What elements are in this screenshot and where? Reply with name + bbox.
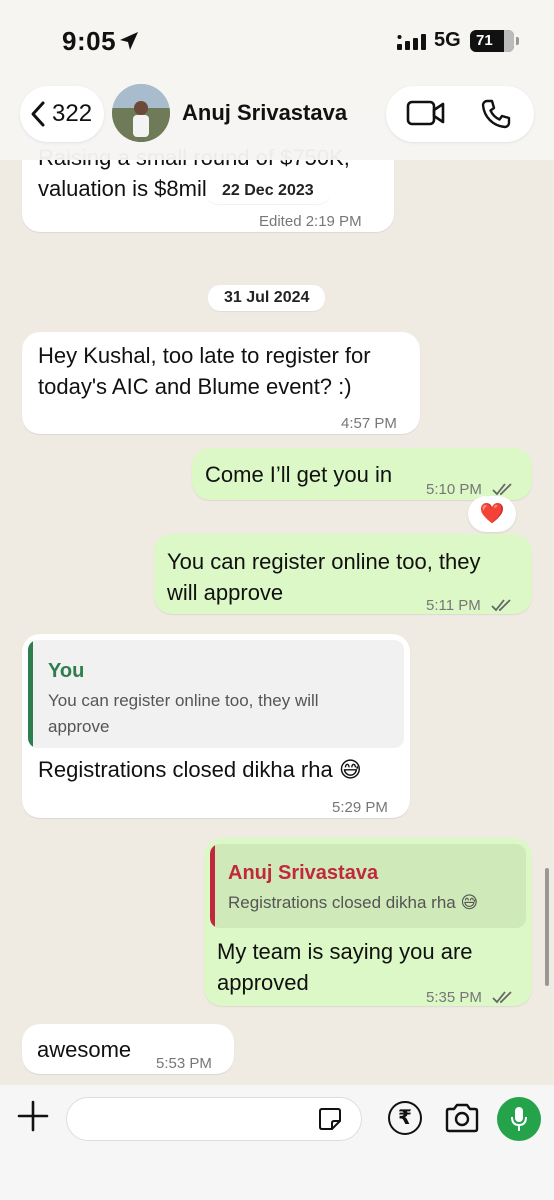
plus-icon[interactable] — [16, 1099, 50, 1133]
message-text: Hey Kushal, too late to register for — [38, 343, 371, 368]
contact-name[interactable]: Anuj Srivastava — [182, 100, 347, 126]
quote-text: approve — [48, 717, 110, 736]
message-bubble-incoming[interactable]: awesome 5:53 PM — [22, 1024, 234, 1074]
quote-sender: You — [48, 660, 85, 682]
reaction-badge[interactable]: ❤️ — [468, 496, 516, 532]
mic-icon — [511, 1107, 527, 1131]
back-button[interactable]: 322 — [20, 86, 104, 142]
quote-text: You can register online too, they will — [48, 691, 319, 710]
rupee-icon[interactable]: ₹ — [388, 1101, 422, 1135]
quote-accent-bar — [210, 844, 215, 928]
time-label: 5:35 PM — [426, 989, 482, 1006]
message-bubble-outgoing-reply[interactable]: Anuj Srivastava Registrations closed dik… — [204, 838, 532, 1006]
message-bubble-incoming-reply[interactable]: You You can register online too, they wi… — [22, 634, 410, 818]
message-text: will approve — [167, 580, 284, 605]
chat-area[interactable]: Raising a small round of $750K, valuatio… — [0, 0, 554, 1085]
message-edited-time: Edited 2:19 PM — [259, 213, 362, 230]
message-time: 5:53 PM — [156, 1055, 212, 1072]
message-text: Registrations closed dikha rha 😅 — [38, 757, 362, 782]
mic-button[interactable] — [497, 1097, 541, 1141]
double-check-icon — [492, 483, 512, 496]
quote-text: Registrations closed dikha rha 😅 — [228, 893, 479, 912]
contact-avatar[interactable] — [112, 84, 170, 142]
quote-accent-bar — [28, 640, 33, 748]
status-time: 9:05 — [62, 26, 117, 56]
message-time: 5:11 PM — [426, 590, 513, 621]
chat-header: 322 Anuj Srivastava — [0, 82, 554, 146]
message-text: today's AIC and Blume event? :) — [38, 374, 352, 399]
date-separator: 31 Jul 2024 — [208, 285, 326, 311]
time-label: 5:11 PM — [426, 597, 481, 614]
time-label: 5:10 PM — [426, 481, 482, 498]
call-actions — [386, 86, 534, 142]
message-time: 5:35 PM — [426, 982, 514, 1013]
double-check-icon — [492, 991, 512, 1004]
unread-count: 322 — [52, 100, 93, 127]
battery-level: 71 — [476, 32, 493, 49]
message-bubble-outgoing[interactable]: You can register online too, they will a… — [154, 534, 532, 614]
heart-reaction-icon: ❤️ — [479, 503, 505, 525]
quote-sender: Anuj Srivastava — [228, 862, 379, 884]
scrollbar-thumb[interactable] — [545, 868, 549, 986]
quoted-message[interactable]: You You can register online too, they wi… — [28, 640, 404, 748]
battery-indicator: 71 — [470, 30, 519, 52]
chevron-left-icon — [31, 101, 45, 127]
phone-call-icon[interactable] — [480, 98, 512, 130]
double-check-icon — [491, 599, 511, 612]
message-composer: ₹ — [0, 1085, 554, 1200]
location-arrow-icon — [120, 32, 138, 50]
network-type: 5G — [434, 29, 461, 51]
message-text: My team is saying you are — [217, 939, 473, 964]
video-call-icon[interactable] — [406, 99, 446, 127]
message-text: approved — [217, 970, 309, 995]
camera-icon[interactable] — [444, 1103, 480, 1133]
message-bubble-outgoing[interactable]: Come I’ll get you in 5:10 PM — [192, 448, 532, 500]
avatar-photo-icon — [112, 84, 170, 142]
message-bubble-incoming[interactable]: Hey Kushal, too late to register for tod… — [22, 332, 420, 434]
message-text: awesome — [37, 1037, 132, 1062]
cellular-signal-icon — [397, 34, 426, 50]
message-text: Come I’ll get you in — [205, 462, 393, 487]
message-text: You can register online too, they — [167, 549, 481, 574]
sticker-icon[interactable] — [318, 1107, 342, 1131]
quoted-message[interactable]: Anuj Srivastava Registrations closed dik… — [210, 844, 526, 928]
status-bar: 9:05 5G 71 — [0, 26, 554, 60]
message-time: 5:29 PM — [332, 799, 388, 816]
date-sticky-header: 22 Dec 2023 — [206, 178, 330, 204]
message-time: 4:57 PM — [341, 415, 397, 432]
top-bar: 9:05 5G 71 322 Anuj Srivastava — [0, 0, 554, 160]
